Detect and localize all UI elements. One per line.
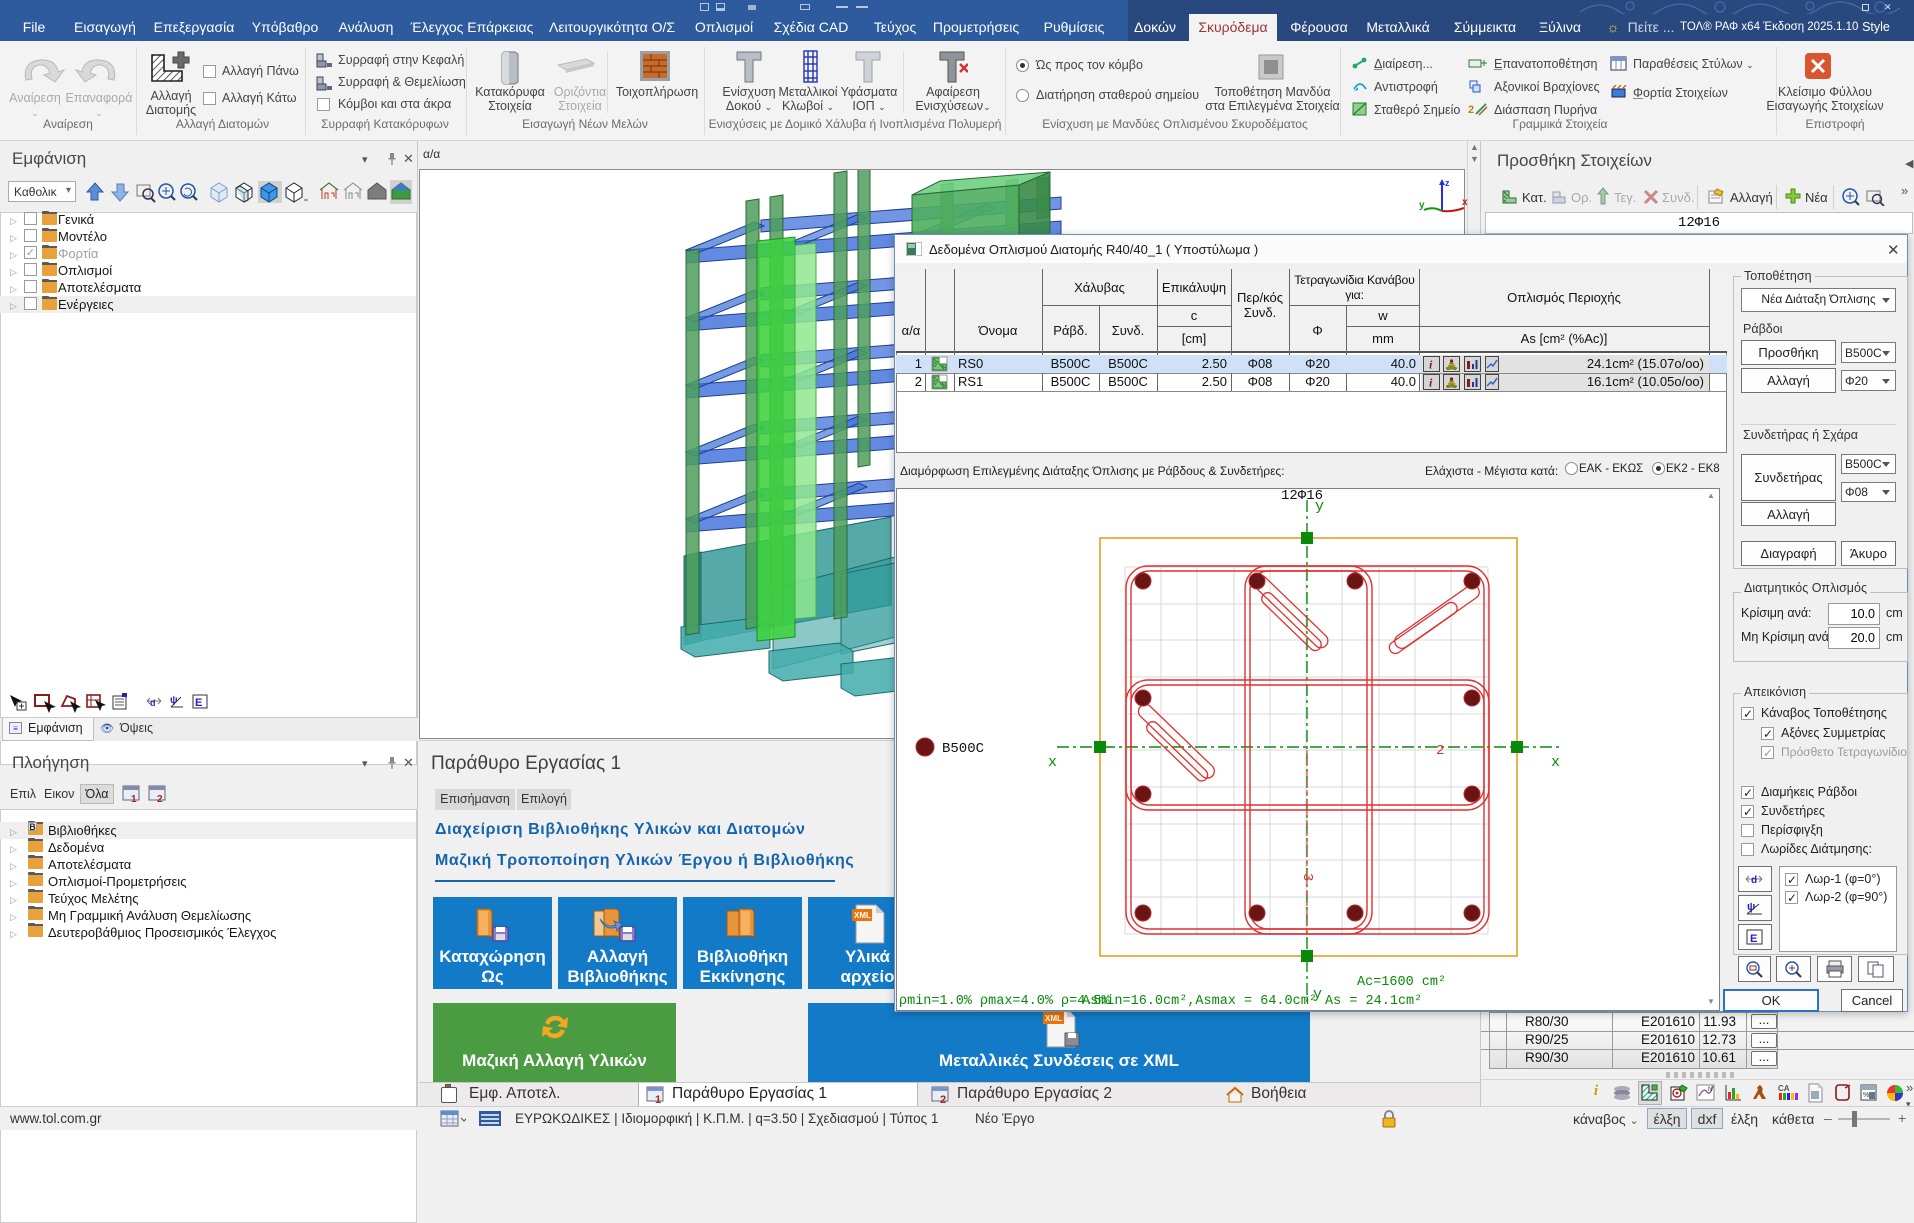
svg-text:d: d <box>150 698 156 708</box>
svg-text:2: 2 <box>1468 104 1474 116</box>
svg-text:Ac=1600 cm²: Ac=1600 cm² <box>1357 975 1446 990</box>
svg-text:ρmin=1.0% ρmax=4.0% ρ=4.5%: ρmin=1.0% ρmax=4.0% ρ=4.5% <box>899 994 1111 1009</box>
svg-text:B500C: B500C <box>942 741 984 757</box>
svg-text:x: x <box>1551 754 1560 771</box>
svg-text:E: E <box>195 697 202 709</box>
svg-text:x: x <box>1048 754 1057 771</box>
svg-text:N: N <box>1708 1087 1712 1093</box>
svg-text:ψ: ψ <box>1747 901 1755 913</box>
svg-text:2: 2 <box>157 794 163 804</box>
svg-text:3: 3 <box>1299 873 1315 881</box>
svg-text:1: 1 <box>655 1094 661 1104</box>
svg-text:E: E <box>1750 933 1757 945</box>
svg-text:XML: XML <box>1045 1014 1062 1023</box>
svg-text:CA: CA <box>1778 1084 1790 1093</box>
svg-text:1: 1 <box>131 794 137 804</box>
svg-text:2: 2 <box>1436 743 1444 759</box>
svg-text:12Φ16: 12Φ16 <box>1281 488 1323 504</box>
svg-text:XML: XML <box>854 911 871 920</box>
svg-text:%: % <box>1863 1092 1869 1099</box>
svg-text:z: z <box>1445 178 1450 188</box>
svg-text:y: y <box>1419 200 1425 211</box>
svg-text:2: 2 <box>940 1094 946 1104</box>
svg-text:x: x <box>1462 197 1468 208</box>
svg-text:Asmin=16.0cm²,Asmax = 64.0cm²: Asmin=16.0cm²,Asmax = 64.0cm² As = 24.1c… <box>1082 994 1422 1009</box>
svg-text:d: d <box>1751 875 1757 886</box>
